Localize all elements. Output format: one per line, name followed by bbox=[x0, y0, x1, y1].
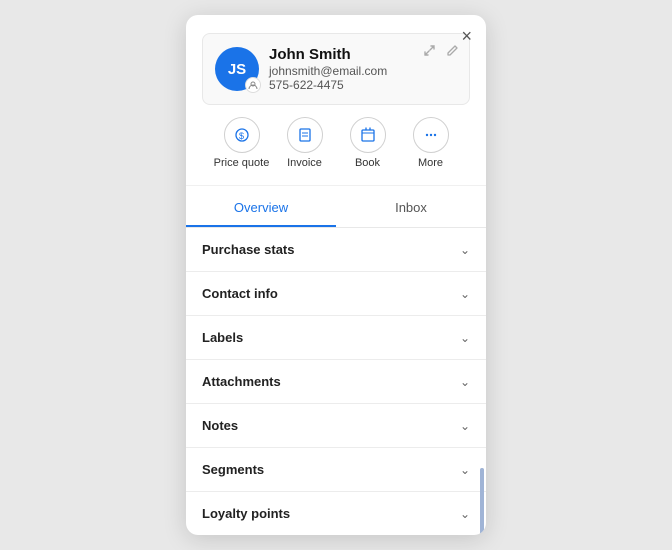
more-icon bbox=[413, 117, 449, 153]
accordion-attachments-label: Attachments bbox=[202, 374, 281, 389]
scrollbar-track bbox=[480, 468, 484, 515]
accordion-attachments[interactable]: Attachments ⌄ bbox=[186, 360, 486, 404]
expand-icon[interactable] bbox=[421, 42, 438, 62]
edit-icon[interactable] bbox=[444, 42, 461, 62]
chevron-down-icon: ⌄ bbox=[460, 287, 470, 301]
accordion-contact-info[interactable]: Contact info ⌄ bbox=[186, 272, 486, 316]
book-icon bbox=[350, 117, 386, 153]
accordion-labels-label: Labels bbox=[202, 330, 243, 345]
chevron-down-icon: ⌄ bbox=[460, 463, 470, 477]
chevron-down-icon: ⌄ bbox=[460, 331, 470, 345]
action-invoice[interactable]: Invoice bbox=[273, 117, 336, 169]
tab-overview[interactable]: Overview bbox=[186, 190, 336, 227]
accordion-loyalty-points-label: Loyalty points bbox=[202, 506, 290, 521]
profile-action-icons bbox=[421, 42, 461, 62]
tabs-row: Overview Inbox bbox=[186, 190, 486, 228]
accordion-notes[interactable]: Notes ⌄ bbox=[186, 404, 486, 448]
accordion-segments[interactable]: Segments ⌄ bbox=[186, 448, 486, 492]
profile-card: JS John Smith johnsmith@email.com 575-62… bbox=[202, 33, 470, 105]
avatar-badge bbox=[245, 77, 261, 93]
avatar: JS bbox=[215, 47, 259, 91]
scrollbar-thumb[interactable] bbox=[480, 468, 484, 535]
profile-phone: 575-622-4475 bbox=[269, 78, 457, 92]
action-more[interactable]: More bbox=[399, 117, 462, 169]
accordion-labels[interactable]: Labels ⌄ bbox=[186, 316, 486, 360]
accordion-purchase-stats[interactable]: Purchase stats ⌄ bbox=[186, 228, 486, 272]
tab-inbox[interactable]: Inbox bbox=[336, 190, 486, 227]
book-label: Book bbox=[355, 157, 380, 169]
accordion-notes-label: Notes bbox=[202, 418, 238, 433]
accordion-list: Purchase stats ⌄ Contact info ⌄ Labels ⌄… bbox=[186, 228, 486, 535]
accordion-purchase-stats-label: Purchase stats bbox=[202, 242, 295, 257]
profile-email: johnsmith@email.com bbox=[269, 64, 457, 78]
price-quote-icon: $ bbox=[224, 117, 260, 153]
actions-row: $ Price quote Invoice bbox=[202, 105, 470, 173]
contact-modal: × JS John Smith johnsmith@email.com 575-… bbox=[186, 15, 486, 535]
accordion-contact-info-label: Contact info bbox=[202, 286, 278, 301]
close-button[interactable]: × bbox=[461, 27, 472, 45]
action-book[interactable]: Book bbox=[336, 117, 399, 169]
chevron-down-icon: ⌄ bbox=[460, 243, 470, 257]
chevron-down-icon: ⌄ bbox=[460, 375, 470, 389]
more-label: More bbox=[418, 157, 443, 169]
chevron-down-icon: ⌄ bbox=[460, 419, 470, 433]
chevron-down-icon: ⌄ bbox=[460, 507, 470, 521]
invoice-label: Invoice bbox=[287, 157, 322, 169]
profile-section: JS John Smith johnsmith@email.com 575-62… bbox=[186, 15, 486, 186]
accordion-segments-label: Segments bbox=[202, 462, 264, 477]
action-price-quote[interactable]: $ Price quote bbox=[210, 117, 273, 169]
accordion-loyalty-points[interactable]: Loyalty points ⌄ bbox=[186, 492, 486, 535]
price-quote-label: Price quote bbox=[214, 157, 270, 169]
svg-text:$: $ bbox=[239, 131, 244, 141]
invoice-icon bbox=[287, 117, 323, 153]
